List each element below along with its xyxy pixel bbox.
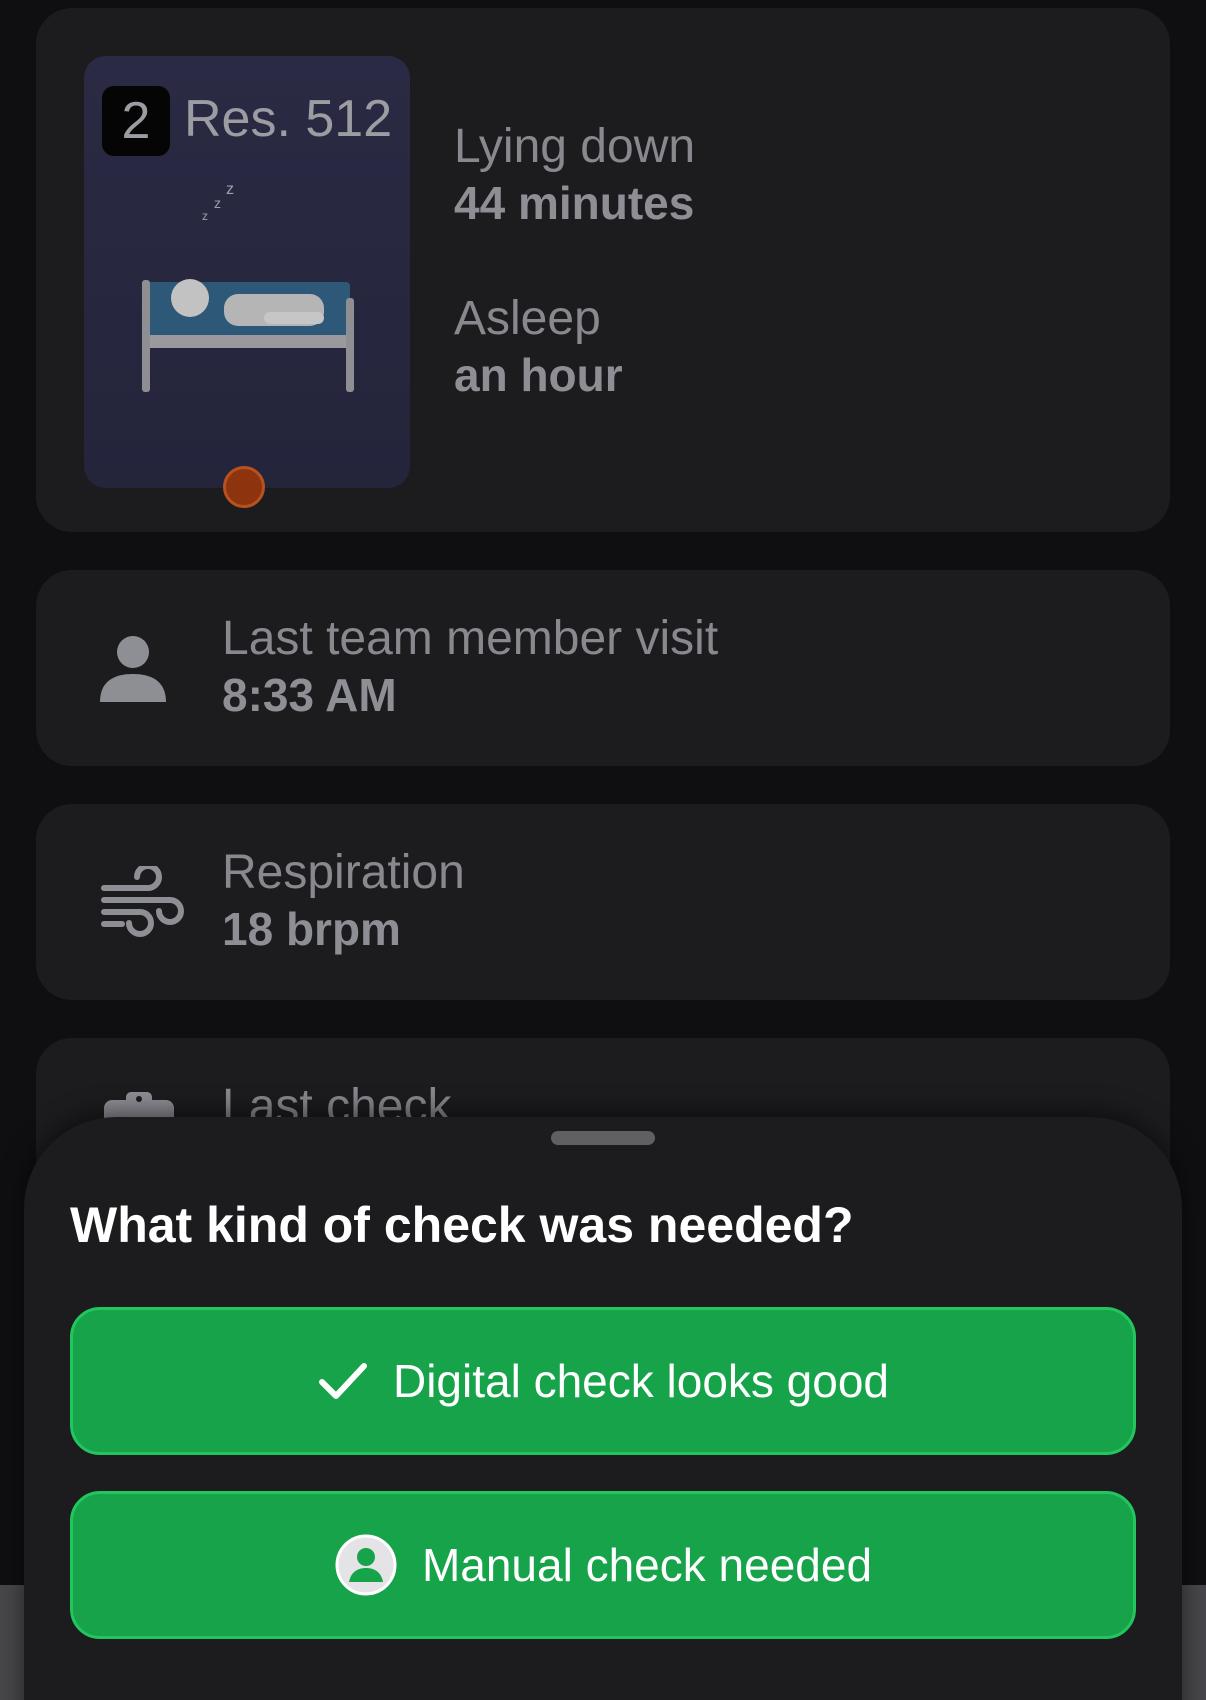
respiration-value: 18 brpm <box>222 903 401 955</box>
check-type-bottom-sheet: What kind of check was needed? Digital c… <box>24 1117 1182 1700</box>
room-tile[interactable]: 2 Res. 512 z z z <box>84 56 410 488</box>
asleep-label: Asleep <box>454 292 601 345</box>
digital-check-button[interactable]: Digital check looks good <box>70 1307 1136 1455</box>
app-screen: 2 Res. 512 z z z Lying down 44 minutes A… <box>0 0 1206 1700</box>
check-icon <box>317 1359 369 1403</box>
last-visit-value: 8:33 AM <box>222 669 397 721</box>
lying-down-label: Lying down <box>454 120 696 173</box>
svg-text:z: z <box>214 195 221 211</box>
sheet-drag-handle[interactable] <box>551 1131 655 1145</box>
svg-text:z: z <box>202 209 208 223</box>
person-icon <box>100 636 166 702</box>
user-circle-icon <box>334 1533 398 1597</box>
sleeping-person-in-bed-icon: z z z <box>142 181 354 392</box>
respiration-label: Respiration <box>222 846 465 899</box>
lying-down-value: 44 minutes <box>454 177 695 229</box>
sheet-title: What kind of check was needed? <box>70 1197 854 1253</box>
resident-status-card[interactable]: 2 Res. 512 z z z Lying down 44 minutes A… <box>36 8 1170 532</box>
room-label: Res. 512 <box>184 90 393 148</box>
wind-icon <box>101 866 184 937</box>
asleep-value: an hour <box>454 349 623 401</box>
room-number-badge: 2 <box>102 86 170 156</box>
svg-text:z: z <box>226 181 234 198</box>
last-visit-label: Last team member visit <box>222 612 719 665</box>
respiration-card[interactable]: Respiration 18 brpm <box>36 804 1170 1000</box>
status-indicator-dot <box>223 466 265 508</box>
manual-check-button[interactable]: Manual check needed <box>70 1491 1136 1639</box>
manual-check-label: Manual check needed <box>421 1539 873 1591</box>
digital-check-label: Digital check looks good <box>392 1355 890 1407</box>
last-visit-card[interactable]: Last team member visit 8:33 AM <box>36 570 1170 766</box>
